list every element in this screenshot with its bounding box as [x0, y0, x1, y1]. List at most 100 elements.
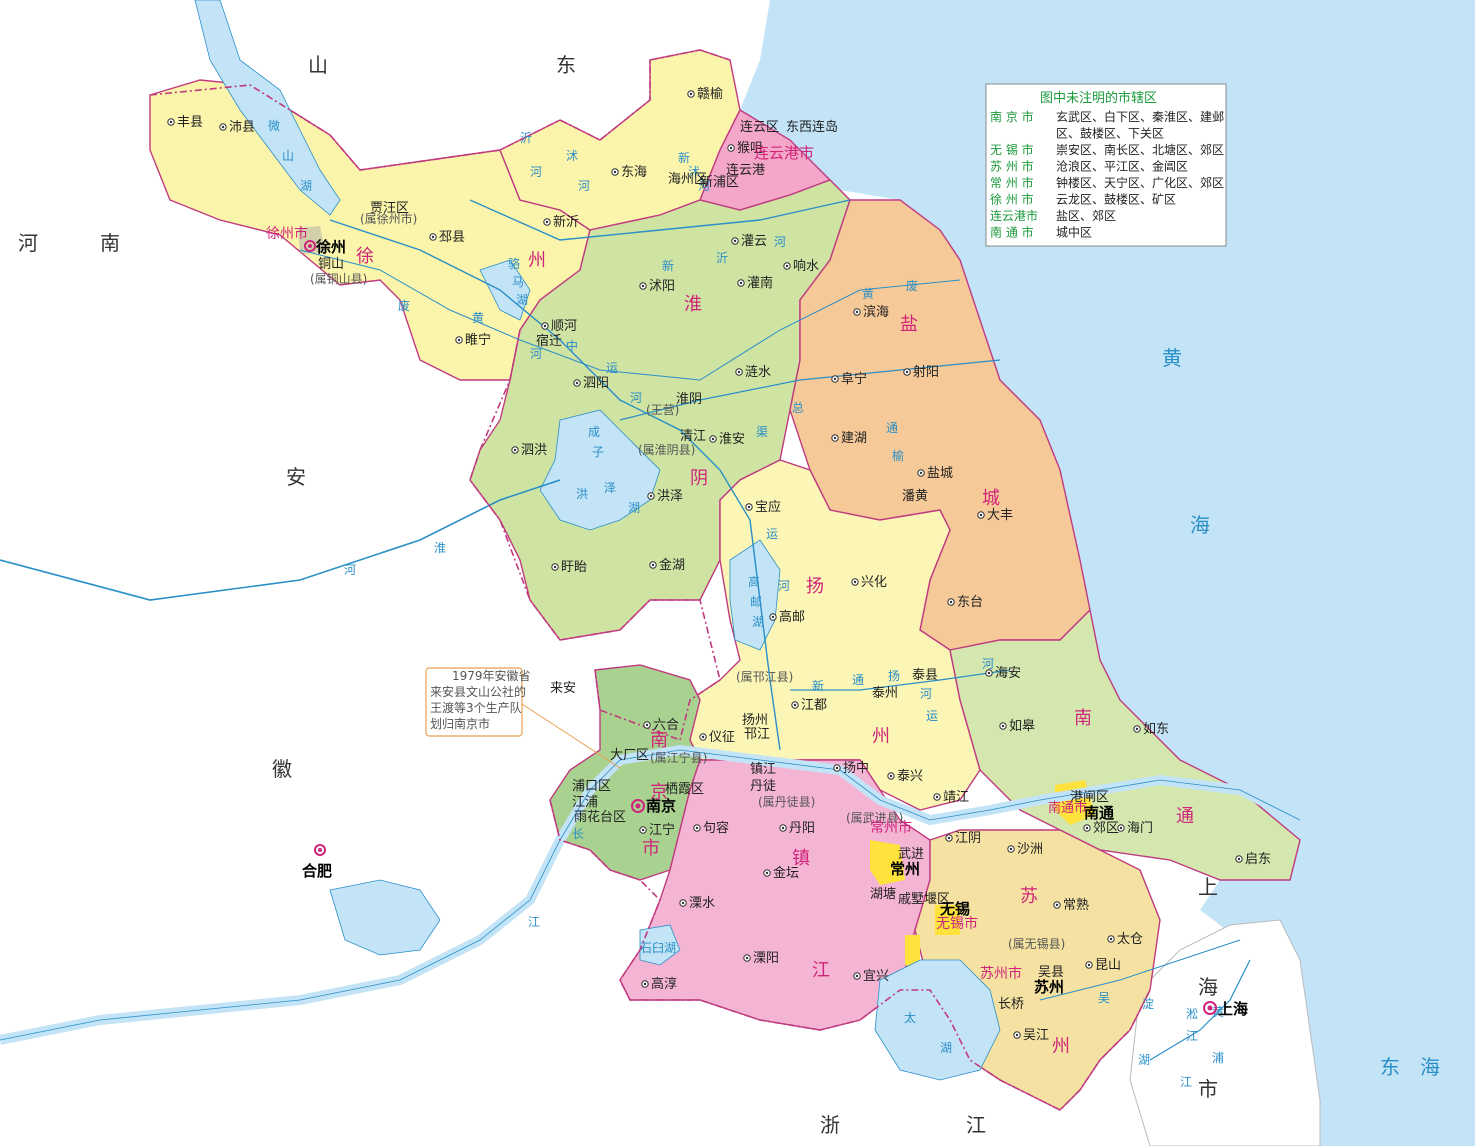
county-marker-dot: [833, 377, 837, 381]
county-label: 江都: [801, 698, 827, 713]
county-marker-dot: [853, 580, 857, 584]
river-huai: [0, 479, 561, 601]
county-marker-dot: [575, 381, 579, 385]
county-label: 郊区: [1093, 820, 1119, 836]
county-marker-dot: [889, 774, 893, 778]
river-label-luoma-1: 骆: [508, 256, 520, 271]
county-label: 宿迁: [536, 333, 562, 349]
county-marker-dot: [855, 974, 859, 978]
county-label: 建湖: [841, 431, 867, 446]
river-label-shijiu-3: 湖: [664, 940, 676, 955]
label-anhui-1: 安: [286, 465, 306, 489]
county-label: 扬中: [843, 761, 869, 776]
river-label-gaoyou-3: 湖: [752, 614, 764, 629]
river-label-huai-2: 河: [344, 563, 356, 577]
county-marker-dot: [737, 370, 741, 374]
county-label: 金坛: [773, 865, 799, 881]
county-label: 宝应: [755, 499, 781, 515]
county-label: 句容: [703, 820, 729, 836]
county-label: 兴化: [861, 575, 887, 590]
county-label: 如东: [1143, 721, 1169, 737]
county-label: 江阴: [955, 831, 981, 846]
county-label: 沛县: [229, 120, 255, 135]
county-marker-dot: [947, 836, 951, 840]
county-label: 顺河: [551, 319, 577, 334]
river-label-xinyi-2: 沂: [716, 251, 728, 265]
legend-city: 南 通 市: [990, 225, 1034, 240]
river-label-yellow-2: 黄: [472, 311, 484, 325]
callout-line-2: 来安县文山公社的: [430, 684, 526, 699]
county-marker-dot: [1015, 1033, 1019, 1037]
river-label-wusong-2: 淞: [1186, 1007, 1198, 1021]
legend-districts: 区、鼓楼区、下关区: [1056, 126, 1164, 141]
callout: 1979年安徽省 来安县文山公社的 王渡等3个生产队 划归南京市: [425, 667, 621, 769]
county-label: 浦口区: [572, 779, 611, 794]
label-yellow-sea-1: 黄: [1162, 346, 1182, 370]
label-east-sea-1: 东: [1380, 1055, 1400, 1079]
county-marker-dot: [513, 448, 517, 452]
city-shanghai: 上海: [1218, 1000, 1248, 1018]
pref-xuzhou-1: 徐: [356, 246, 374, 267]
river-label-zhongyun-3: 河: [630, 391, 642, 405]
pref-yancheng-1: 盐: [900, 314, 918, 335]
river-label-yun-2: 河: [778, 579, 790, 593]
county-label: 东西连岛: [786, 119, 838, 135]
river-label-chang-1: 长: [572, 827, 584, 841]
county-label: 东海: [621, 165, 647, 180]
county-label: 丰县: [177, 115, 203, 130]
county-marker-dot: [431, 235, 435, 239]
city-xuzhou-city: 徐州市: [266, 225, 308, 242]
county-label: 高邮: [779, 609, 805, 625]
county-marker-dot: [1119, 826, 1123, 830]
county-label: 高淳: [651, 976, 677, 992]
river-label-zongqu-2: 渠: [756, 425, 768, 439]
county-label: 江宁: [649, 822, 675, 838]
county-marker-dot: [855, 310, 859, 314]
county-marker-dot: [747, 505, 751, 509]
county-marker-dot: [689, 92, 693, 96]
river-label-gaoyou-1: 高: [748, 574, 760, 589]
legend-districts: 城中区: [1056, 225, 1092, 240]
county-marker-dot: [1009, 847, 1013, 851]
city-hefei: 合肥: [301, 862, 332, 880]
legend-districts: 云龙区、鼓楼区、矿区: [1056, 192, 1176, 207]
river-label-xintong-4: 运: [926, 709, 938, 723]
label-zhejiang-1: 浙: [820, 1113, 840, 1137]
legend-city: 常 州 市: [990, 175, 1034, 190]
county-marker-dot: [1001, 724, 1005, 728]
pref-huaiyin-2: 阴: [690, 468, 708, 489]
county-marker-dot: [1237, 857, 1241, 861]
county-label: 丹阳: [789, 821, 815, 836]
county-label: 灌云: [741, 234, 767, 249]
county-marker-dot: [545, 220, 549, 224]
county-label: 灌南: [747, 275, 773, 291]
label-shanghai-1: 上: [1198, 875, 1218, 899]
city-xuzhou: 徐州: [315, 238, 346, 256]
callout-line-4: 划归南京市: [430, 716, 490, 731]
river-label-xintong-5: 河: [982, 657, 994, 671]
jiangsu-map: 山 东 河 南 安 徽 浙 江 上 海 市 黄 海 东 海 徐 州 淮 阴 盐 …: [0, 0, 1475, 1146]
river-label-huangpu-3: 江: [1180, 1075, 1192, 1089]
county-marker-dot: [739, 281, 743, 285]
county-marker-dot: [833, 436, 837, 440]
county-label: 沙洲: [1017, 842, 1043, 857]
river-label-shijiu-1: 石: [640, 941, 652, 955]
county-label: 大厂区: [610, 748, 649, 763]
legend-districts: 玄武区、白下区、秦淮区、建邺: [1056, 109, 1224, 124]
river-label-hongze-3: 湖: [628, 500, 640, 515]
county-label: 如皋: [1009, 718, 1035, 734]
county-label: 沭阳: [649, 279, 675, 294]
pref-yancheng-2: 城: [982, 488, 1000, 509]
county-marker-dot: [711, 437, 715, 441]
county-label: (王营): [646, 403, 679, 417]
county-label: 栖霞区: [665, 782, 704, 797]
county-marker-dot: [553, 565, 557, 569]
marker-xuzhou-dot: [308, 244, 312, 248]
county-label: 新浦区: [700, 174, 739, 190]
river-label-tongyu-1: 通: [886, 421, 898, 435]
river-label-yi-1: 沂: [520, 131, 532, 145]
county-label: 长桥: [998, 997, 1024, 1012]
county-label: 扬州: [742, 713, 768, 728]
county-label: 射阳: [913, 364, 939, 380]
legend-title: 图中未注明的市辖区: [1040, 90, 1157, 106]
